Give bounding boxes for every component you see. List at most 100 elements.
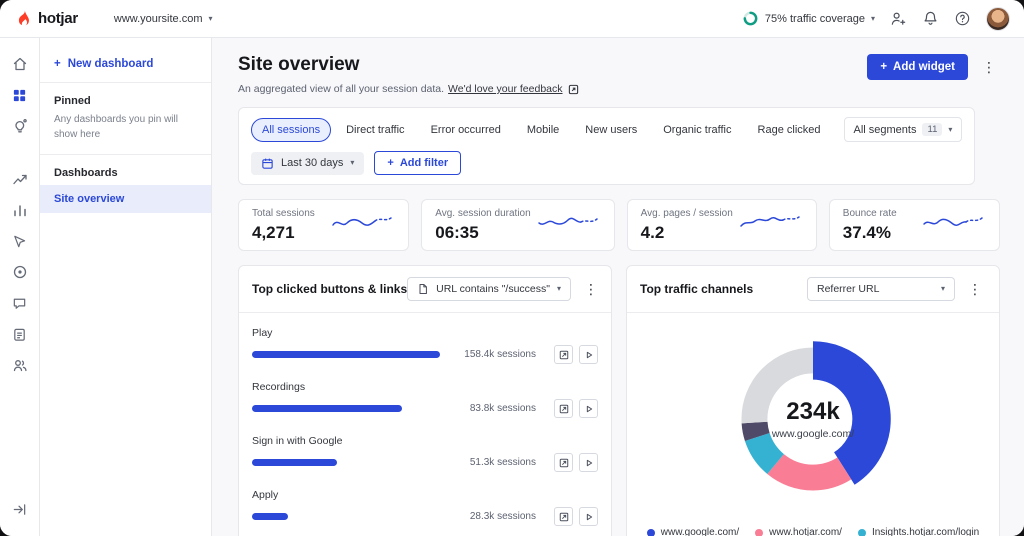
nav-interviews[interactable]: [6, 351, 34, 379]
site-selector-value: www.yoursite.com: [113, 12, 203, 25]
coverage-label: 75% traffic coverage: [764, 12, 865, 25]
segment-chip-direct-traffic[interactable]: Direct traffic: [335, 118, 415, 142]
metric-card-total-sessions[interactable]: Total sessions 4,271: [238, 199, 410, 251]
nav-recordings[interactable]: [6, 258, 34, 286]
page-menu-button[interactable]: ⋮: [978, 58, 1000, 76]
metric-card-session-duration[interactable]: Avg. session duration 06:35: [421, 199, 615, 251]
hotjar-logo[interactable]: hotjar: [14, 9, 78, 28]
widget-menu-button[interactable]: ⋮: [964, 280, 986, 298]
sessions-count: 83.8k sessions: [469, 403, 536, 414]
play-recordings-button[interactable]: [579, 507, 598, 526]
sparkline-chart: [331, 211, 395, 240]
nav-feedback[interactable]: [6, 289, 34, 317]
app-window: hotjar www.yoursite.com ▾ 75% traffic co…: [0, 0, 1024, 536]
nav-home[interactable]: [6, 50, 34, 78]
open-chart-icon: [559, 512, 569, 522]
add-widget-button[interactable]: + Add widget: [867, 54, 968, 80]
nav-ideas[interactable]: [6, 112, 34, 140]
play-recordings-button[interactable]: [579, 345, 598, 364]
collapse-arrow-icon: [12, 502, 27, 517]
feedback-link[interactable]: We'd love your feedback: [448, 83, 562, 95]
help-button[interactable]: [954, 10, 971, 27]
all-segments-dropdown[interactable]: All segments 11 ▾: [843, 117, 963, 142]
open-chart-icon: [559, 404, 569, 414]
widget-menu-button[interactable]: ⋮: [580, 280, 602, 298]
url-filter-value: URL contains "/success": [436, 283, 550, 295]
add-widget-label: Add widget: [893, 61, 955, 73]
plus-icon: +: [54, 58, 61, 70]
nav-surveys[interactable]: [6, 320, 34, 348]
legend-item[interactable]: www.google.com/: [646, 527, 740, 536]
referrer-url-dropdown[interactable]: Referrer URL ▾: [807, 277, 955, 301]
traffic-donut-chart[interactable]: 234k www.google.com/: [717, 323, 909, 515]
logo-text: hotjar: [38, 10, 78, 27]
bar-track: [252, 459, 440, 466]
bar-fill: [252, 513, 288, 520]
segment-chip-rage-clicked[interactable]: Rage clicked: [747, 118, 832, 142]
metric-label: Avg. pages / session: [640, 207, 733, 219]
nav-dashboards[interactable]: [6, 81, 34, 109]
plus-icon: +: [880, 61, 888, 73]
chevron-down-icon: ▾: [940, 284, 945, 293]
dashboards-section-header[interactable]: Dashboards: [40, 155, 211, 185]
sparkline-chart: [739, 211, 803, 240]
view-heatmap-button[interactable]: [554, 507, 573, 526]
segment-chip-all-sessions[interactable]: All sessions: [251, 117, 332, 142]
widget-title: Top clicked buttons & links: [252, 282, 408, 296]
nav-rail: [0, 38, 40, 536]
play-recordings-button[interactable]: [579, 453, 598, 472]
bar-fill: [252, 459, 337, 466]
chat-bubble-icon: [12, 296, 27, 311]
legend-dot: [755, 528, 764, 536]
chevron-down-icon: ▾: [557, 284, 562, 293]
segment-chip-organic-traffic[interactable]: Organic traffic: [652, 118, 742, 142]
traffic-coverage-dropdown[interactable]: 75% traffic coverage ▾: [742, 10, 875, 27]
legend-label: www.google.com/: [660, 527, 740, 536]
bar-fill: [252, 351, 440, 358]
clicked-item-label: Recordings: [252, 381, 306, 393]
metric-value: 4.2: [640, 222, 665, 242]
site-selector-dropdown[interactable]: www.yoursite.com ▾: [114, 13, 213, 25]
add-filter-button[interactable]: + Add filter: [374, 151, 462, 175]
segment-chip-error-occurred[interactable]: Error occurred: [420, 118, 512, 142]
date-range-value: Last 30 days: [281, 157, 344, 169]
users-icon: [12, 357, 28, 373]
play-recordings-button[interactable]: [579, 399, 598, 418]
page-icon: [417, 283, 429, 295]
invite-user-button[interactable]: [890, 10, 907, 27]
metric-label: Total sessions: [252, 207, 315, 219]
legend-item[interactable]: www.hotjar.com/: [755, 527, 842, 536]
view-heatmap-button[interactable]: [554, 399, 573, 418]
open-chart-icon: [559, 350, 569, 360]
home-icon: [12, 56, 28, 72]
collapse-sidebar-button[interactable]: [6, 495, 34, 523]
top-clicked-list: Play 158.4k sessions Recordings 83.8k se…: [239, 313, 611, 536]
bell-icon: [922, 10, 939, 27]
nav-trends[interactable]: [6, 165, 34, 193]
url-filter-dropdown[interactable]: URL contains "/success" ▾: [407, 277, 572, 301]
nav-metrics[interactable]: [6, 196, 34, 224]
notifications-button[interactable]: [922, 10, 939, 27]
metric-label: Avg. session duration: [435, 207, 531, 219]
sidebar-item-site-overview[interactable]: Site overview: [40, 185, 211, 213]
sessions-count: 28.3k sessions: [469, 511, 536, 522]
new-dashboard-button[interactable]: + New dashboard: [40, 52, 167, 82]
clicked-item-row: Recordings 83.8k sessions: [252, 381, 598, 418]
nav-funnels[interactable]: [6, 227, 34, 255]
user-avatar[interactable]: [986, 6, 1010, 31]
legend-label: Insights.hotjar.com/login: [871, 527, 980, 536]
metric-value: 4,271: [252, 222, 295, 242]
dashboards-panel: + New dashboard Pinned Any dashboards yo…: [40, 38, 212, 536]
chevron-down-icon: ▾: [350, 158, 355, 167]
view-heatmap-button[interactable]: [554, 345, 573, 364]
segment-chip-new-users[interactable]: New users: [574, 118, 648, 142]
date-range-dropdown[interactable]: Last 30 days ▾: [251, 151, 365, 175]
metric-card-pages-per-session[interactable]: Avg. pages / session 4.2: [626, 199, 817, 251]
play-icon: [584, 404, 594, 414]
segment-chip-mobile[interactable]: Mobile: [516, 118, 570, 142]
bar-track: [252, 405, 440, 412]
clicked-item-label: Play: [252, 327, 273, 339]
legend-item[interactable]: Insights.hotjar.com/login: [857, 527, 980, 536]
metric-card-bounce-rate[interactable]: Bounce rate 37.4%: [828, 199, 1001, 251]
view-heatmap-button[interactable]: [554, 453, 573, 472]
